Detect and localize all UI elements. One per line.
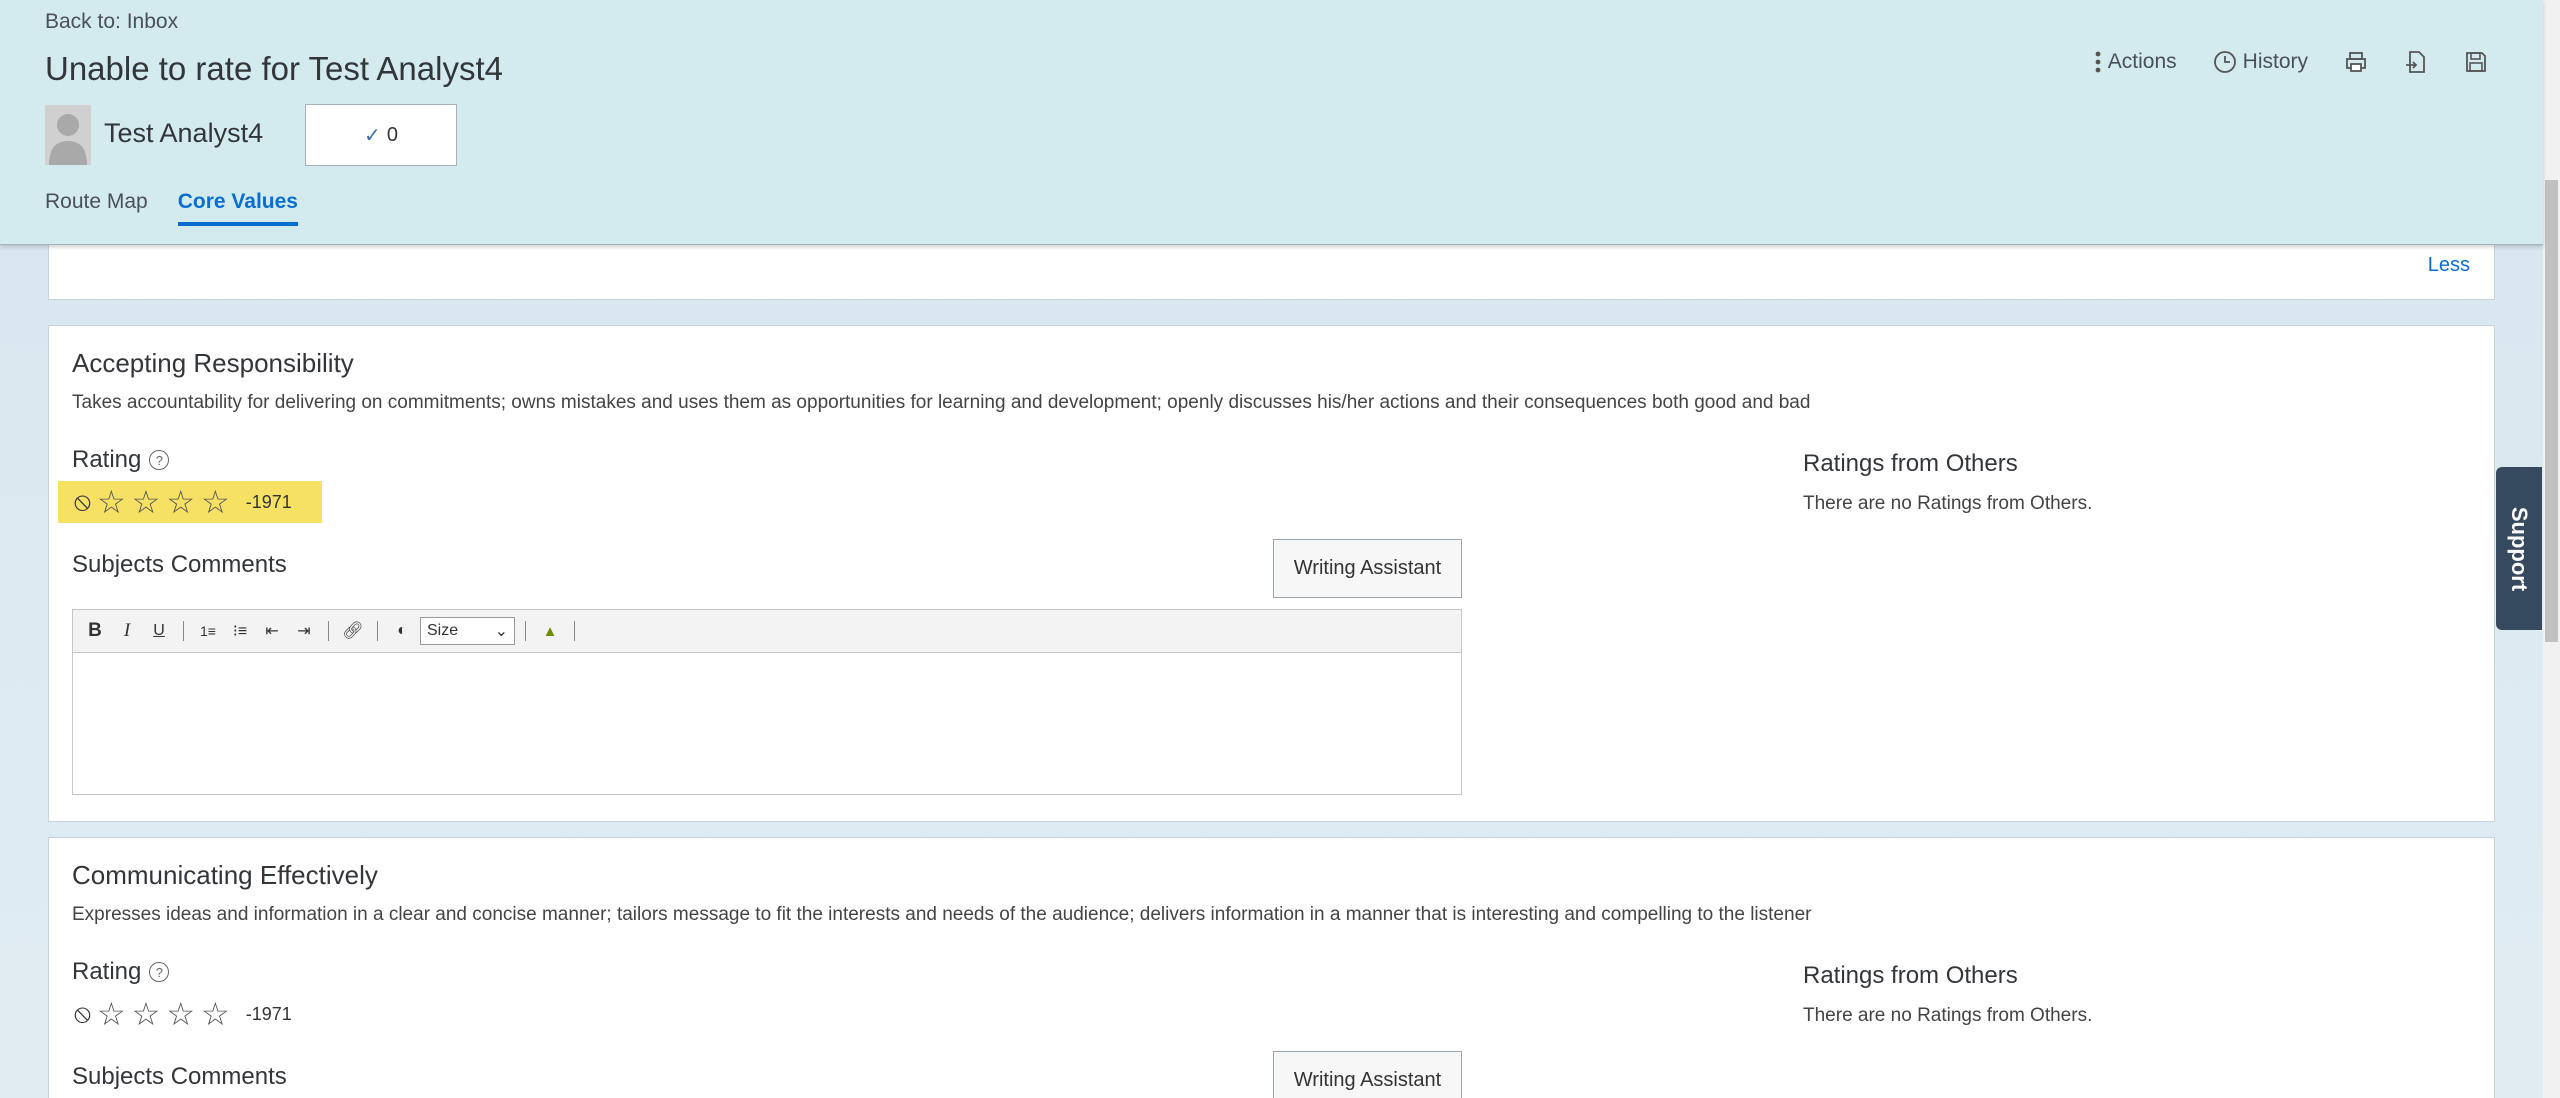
rating-stars: ⦸ ☆ ☆ ☆ ☆ -1971 — [58, 993, 308, 1035]
color-palette-icon[interactable]: ◐ — [388, 616, 416, 646]
support-label: Support — [2507, 506, 2533, 591]
numbered-list-icon[interactable]: 1≡ — [194, 616, 222, 646]
comments-editor[interactable] — [72, 653, 1462, 795]
header-toolbar: Actions History — [2094, 50, 2488, 74]
comments-label: Subjects Comments — [72, 1063, 287, 1090]
actions-label: Actions — [2107, 50, 2177, 73]
ratings-from-others-title: Ratings from Others — [1803, 962, 2018, 989]
divider — [183, 621, 184, 641]
section-title: Accepting Responsibility — [72, 348, 354, 378]
save-icon — [2466, 52, 2486, 72]
no-rating-icon[interactable]: ⦸ — [74, 486, 91, 518]
bullet-list-icon[interactable]: ⁝≡ — [226, 616, 254, 646]
ratings-from-others-text: There are no Ratings from Others. — [1803, 493, 2093, 514]
star-icon[interactable]: ☆ — [97, 998, 126, 1030]
avatar — [45, 105, 91, 165]
actions-button[interactable]: Actions — [2094, 50, 2177, 74]
rating-value: -1971 — [245, 1003, 292, 1024]
star-icon[interactable]: ☆ — [132, 998, 161, 1030]
ratings-from-others-text: There are no Ratings from Others. — [1803, 1005, 2093, 1026]
divider — [574, 621, 575, 641]
rating-label-row: Rating ? — [72, 446, 170, 474]
tab-core-values[interactable]: Core Values — [177, 190, 298, 226]
no-rating-icon[interactable]: ⦸ — [74, 998, 91, 1030]
page-scrollbar[interactable] — [2543, 0, 2560, 1098]
section-title: Communicating Effectively — [72, 860, 378, 890]
rating-value: -1971 — [245, 491, 292, 512]
check-count: 0 — [386, 123, 398, 146]
divider — [525, 621, 526, 641]
help-icon[interactable]: ? — [149, 962, 170, 982]
rating-label-row: Rating ? — [72, 958, 170, 986]
export-icon — [2406, 51, 2425, 73]
page-header: Back to: Inbox Unable to rate for Test A… — [0, 0, 2543, 245]
divider — [377, 621, 378, 641]
editor-toolbar: B I U 1≡ ⁝≡ ⇤ ⇥ 🔗︎ ◐ Size ⌄ ▲ — [72, 609, 1462, 653]
history-button[interactable]: History — [2213, 50, 2308, 74]
link-icon[interactable]: 🔗︎ — [339, 616, 367, 646]
check-icon: ✓ — [364, 124, 381, 147]
user-name: Test Analyst4 — [104, 118, 264, 148]
section-description: Expresses ideas and information in a cle… — [72, 904, 1812, 925]
writing-assistant-button[interactable]: Writing Assistant — [1273, 1051, 1462, 1098]
star-icon[interactable]: ☆ — [166, 486, 195, 518]
highlight-color-icon[interactable]: ▲ — [536, 616, 564, 646]
rating-stars: ⦸ ☆ ☆ ☆ ☆ -1971 — [58, 481, 322, 523]
check-count-box[interactable]: ✓ 0 — [305, 104, 457, 166]
star-icon[interactable]: ☆ — [97, 486, 126, 518]
rating-label: Rating — [72, 446, 142, 473]
star-icon[interactable]: ☆ — [132, 486, 161, 518]
user-avatar-icon — [45, 105, 91, 165]
italic-icon[interactable]: I — [113, 616, 141, 646]
support-tab[interactable]: Support — [2496, 467, 2542, 630]
font-size-select-value: Size — [427, 622, 459, 639]
print-icon — [2346, 52, 2366, 72]
save-button[interactable] — [2464, 50, 2488, 74]
section-accepting-responsibility: Accepting Responsibility Takes accountab… — [48, 325, 2495, 822]
scrollbar-thumb[interactable] — [2545, 180, 2558, 642]
underline-icon[interactable]: U — [145, 616, 173, 646]
export-button[interactable] — [2404, 50, 2428, 74]
star-icon[interactable]: ☆ — [201, 998, 230, 1030]
page-title: Unable to rate for Test Analyst4 — [45, 50, 503, 87]
clock-icon — [2213, 51, 2236, 73]
writing-assistant-button[interactable]: Writing Assistant — [1273, 539, 1462, 598]
star-icon[interactable]: ☆ — [201, 486, 230, 518]
history-label: History — [2242, 50, 2308, 73]
section-communicating-effectively: Communicating Effectively Expresses idea… — [48, 837, 2495, 1098]
bold-icon[interactable]: B — [81, 616, 109, 646]
section-description: Takes accountability for delivering on c… — [72, 392, 1811, 413]
less-link[interactable]: Less — [2428, 254, 2470, 277]
tab-route-map[interactable]: Route Map — [45, 190, 148, 226]
back-to-inbox-link[interactable]: Back to: Inbox — [45, 10, 178, 34]
rating-label: Rating — [72, 958, 142, 985]
star-icon[interactable]: ☆ — [166, 998, 195, 1030]
chevron-down-icon: ⌄ — [494, 623, 508, 640]
more-vertical-icon — [2095, 51, 2101, 73]
indent-icon[interactable]: ⇥ — [290, 616, 318, 646]
help-icon[interactable]: ? — [149, 450, 170, 470]
comments-label: Subjects Comments — [72, 551, 287, 578]
ratings-from-others-title: Ratings from Others — [1803, 450, 2018, 477]
print-button[interactable] — [2344, 50, 2368, 74]
tab-bar: Route Map Core Values — [45, 190, 298, 226]
outdent-icon[interactable]: ⇤ — [258, 616, 286, 646]
divider — [328, 621, 329, 641]
font-size-select[interactable]: Size ⌄ — [420, 617, 515, 645]
